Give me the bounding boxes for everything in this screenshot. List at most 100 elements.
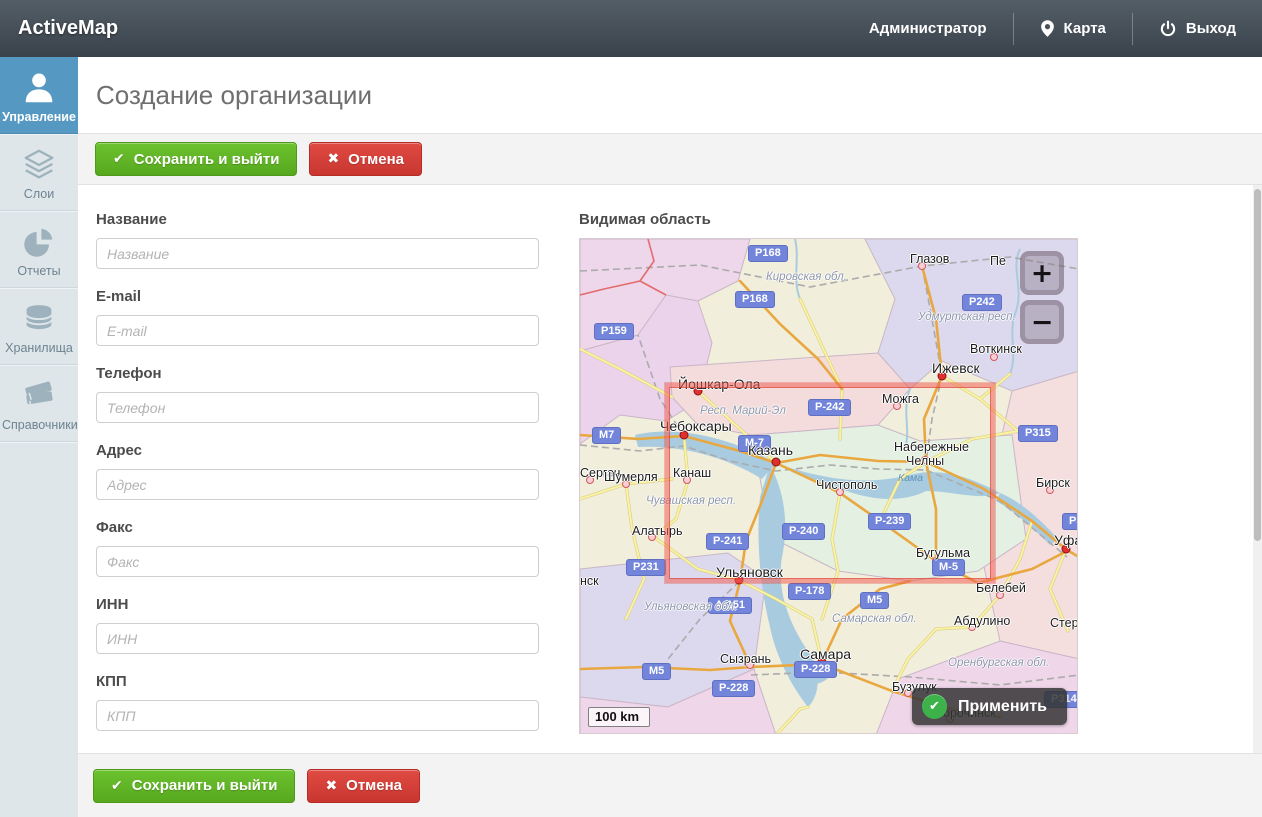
x-icon: ✖ bbox=[325, 778, 337, 794]
apply-button-label: Применить bbox=[958, 698, 1047, 716]
nav-logout-label: Выход bbox=[1186, 20, 1236, 37]
map-label-city: нск bbox=[580, 575, 599, 589]
nav-logout[interactable]: Выход bbox=[1133, 0, 1262, 57]
map-label-city: Бирск bbox=[1036, 477, 1070, 491]
visible-area-label: Видимая область bbox=[579, 211, 1080, 229]
field-label-phone: Телефон bbox=[96, 365, 539, 383]
sidebar-item-management[interactable]: Управление bbox=[0, 57, 78, 134]
map-label-road: Р168 bbox=[748, 245, 788, 262]
save-button-label: Сохранить и выйти bbox=[134, 151, 280, 168]
sidebar-item-label: Отчеты bbox=[2, 264, 76, 278]
map-label-road: М5 bbox=[642, 663, 671, 680]
user-name-label: Администратор bbox=[869, 20, 987, 37]
user-menu[interactable]: Администратор bbox=[843, 0, 1013, 57]
power-icon bbox=[1159, 20, 1177, 38]
map-label-road: М7 bbox=[592, 427, 621, 444]
save-and-exit-button-bottom[interactable]: ✔ Сохранить и выйти bbox=[93, 769, 295, 803]
save-and-exit-button[interactable]: ✔ Сохранить и выйти bbox=[95, 142, 297, 176]
map-label-road: Р-228 bbox=[712, 680, 755, 697]
map-label-city: Глазов bbox=[910, 253, 949, 267]
address-input[interactable] bbox=[96, 469, 539, 500]
database-icon bbox=[2, 299, 76, 339]
save-button-label: Сохранить и выйти bbox=[132, 777, 278, 794]
map-label-city: Пе bbox=[990, 255, 1006, 269]
sidebar-item-storages[interactable]: Хранилища bbox=[0, 288, 78, 365]
field-label-email: E-mail bbox=[96, 288, 539, 306]
map-label-region: Оренбургская обл. bbox=[948, 657, 1049, 670]
visible-area-selection-rect[interactable] bbox=[665, 383, 995, 583]
vertical-scrollbar[interactable] bbox=[1253, 185, 1262, 753]
apply-button[interactable]: ✔ Применить bbox=[912, 688, 1067, 725]
main-panel: Создание организации ✔ Сохранить и выйти… bbox=[78, 57, 1262, 817]
scrollbar-thumb[interactable] bbox=[1254, 189, 1261, 541]
organization-form: Название E-mail Телефон Адрес Факс bbox=[96, 211, 539, 753]
sidebar-item-layers[interactable]: Слои bbox=[0, 134, 78, 211]
check-icon: ✔ bbox=[113, 151, 125, 167]
map-label-city: Стерлита bbox=[1050, 617, 1078, 631]
map-label-city-major: Самара bbox=[800, 647, 851, 662]
sidebar-item-label: Управление bbox=[2, 110, 76, 124]
zoom-in-button[interactable]: + bbox=[1020, 251, 1064, 295]
sidebar-item-reports[interactable]: Отчеты bbox=[0, 211, 78, 288]
cancel-button[interactable]: ✖ Отмена bbox=[309, 142, 422, 176]
sidebar-item-label: Справочники bbox=[2, 418, 76, 432]
top-toolbar: ✔ Сохранить и выйти ✖ Отмена bbox=[78, 133, 1262, 185]
map-label-road: Р315 bbox=[1062, 513, 1078, 530]
map-label-road: Р-228 bbox=[794, 661, 837, 678]
map-pin-icon bbox=[1040, 19, 1055, 38]
user-icon bbox=[2, 68, 76, 108]
map-label-road: Р242 bbox=[962, 294, 1002, 311]
page-title: Создание организации bbox=[96, 80, 372, 111]
map-label-road: Р231 bbox=[626, 559, 666, 576]
sidebar-item-directories[interactable]: Справочники bbox=[0, 365, 78, 442]
map-label-road: Р-178 bbox=[788, 583, 831, 600]
map-label-city: Воткинск bbox=[970, 343, 1022, 357]
check-circle-icon: ✔ bbox=[922, 694, 947, 719]
title-bar: Создание организации bbox=[78, 57, 1262, 133]
x-icon: ✖ bbox=[327, 151, 339, 167]
map-label-road: М5 bbox=[860, 592, 889, 609]
cancel-button-label: Отмена bbox=[348, 151, 404, 168]
map-label-region: Самарская обл. bbox=[832, 613, 917, 626]
nav-map[interactable]: Карта bbox=[1014, 0, 1132, 57]
brand-logo[interactable]: ActiveMap bbox=[0, 17, 118, 40]
sidebar-item-label: Слои bbox=[2, 187, 76, 201]
map-label-city: Белебей bbox=[976, 582, 1026, 596]
field-label-address: Адрес bbox=[96, 442, 539, 460]
app-header: ActiveMap Администратор Карта Выход bbox=[0, 0, 1262, 57]
layers-icon bbox=[2, 145, 76, 185]
name-input[interactable] bbox=[96, 238, 539, 269]
map-label-region: Кировская обл. bbox=[766, 271, 847, 284]
zoom-out-button[interactable]: − bbox=[1020, 300, 1064, 344]
sidebar-item-label: Хранилища bbox=[2, 341, 76, 355]
kpp-input[interactable] bbox=[96, 700, 539, 731]
fax-input[interactable] bbox=[96, 546, 539, 577]
nav-map-label: Карта bbox=[1064, 20, 1106, 37]
map-label-region: Удмуртская респ. bbox=[918, 311, 1016, 324]
map-scale-bar: 100 km bbox=[588, 707, 650, 727]
map-label-road: Р159 bbox=[594, 323, 634, 340]
map-zoom-controls: + − bbox=[1020, 251, 1064, 349]
check-icon: ✔ bbox=[111, 778, 123, 794]
map-label-region: Ульяновская обл. bbox=[644, 601, 737, 614]
visible-area-section: Видимая область bbox=[579, 211, 1080, 753]
visible-area-map[interactable]: Р168Р168Р242Р159Р-242Р315М7М-7Р315Р-239Р… bbox=[579, 238, 1078, 734]
cancel-button-label: Отмена bbox=[346, 777, 402, 794]
map-label-city: Сызрань bbox=[720, 653, 771, 667]
pie-chart-icon bbox=[2, 222, 76, 262]
map-label-city-major: Ижевск bbox=[932, 361, 980, 376]
map-label-city: Абдулино bbox=[954, 615, 1010, 629]
phone-input[interactable] bbox=[96, 392, 539, 423]
cancel-button-bottom[interactable]: ✖ Отмена bbox=[307, 769, 420, 803]
books-icon bbox=[2, 376, 76, 416]
sidebar: Управление Слои Отчет bbox=[0, 57, 78, 817]
field-label-kpp: КПП bbox=[96, 673, 539, 691]
map-label-city-major: Уфа bbox=[1054, 533, 1078, 548]
email-input[interactable] bbox=[96, 315, 539, 346]
map-label-road: Р168 bbox=[735, 291, 775, 308]
field-label-inn: ИНН bbox=[96, 596, 539, 614]
inn-input[interactable] bbox=[96, 623, 539, 654]
content-area: Название E-mail Телефон Адрес Факс bbox=[78, 185, 1262, 753]
header-nav: Администратор Карта Выход bbox=[843, 0, 1262, 57]
field-label-fax: Факс bbox=[96, 519, 539, 537]
